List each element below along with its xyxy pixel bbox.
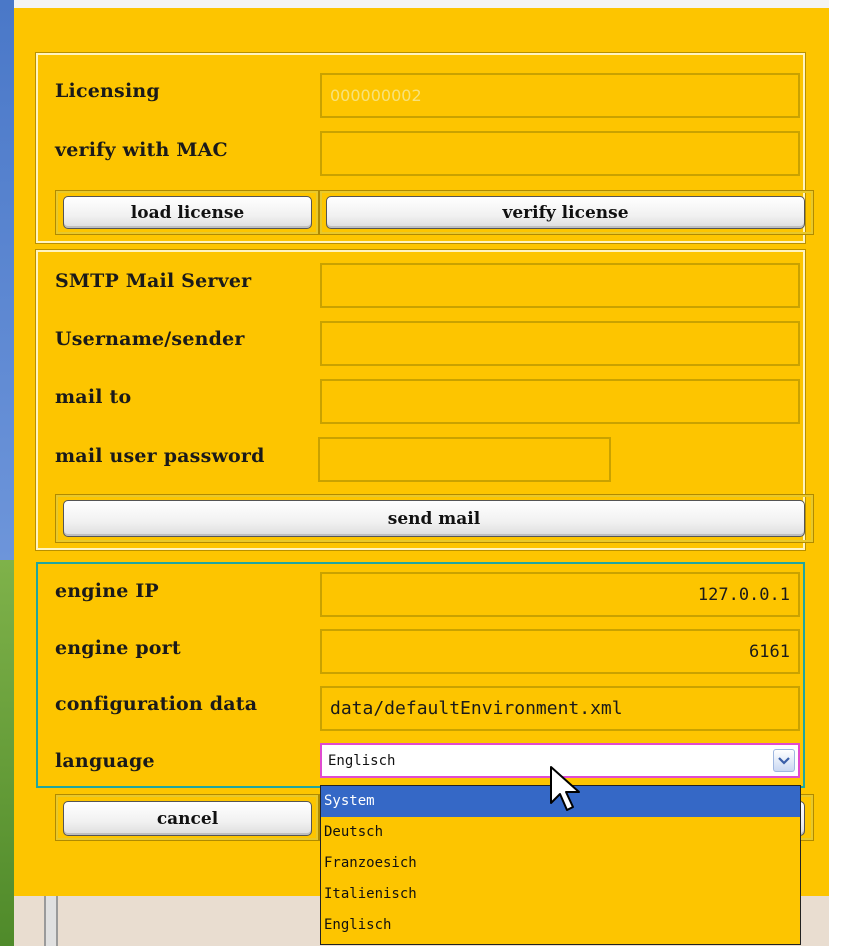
verify-mac-label: verify with MAC: [55, 139, 228, 161]
language-label: language: [55, 750, 155, 772]
username-label: Username/sender: [55, 328, 245, 350]
cancel-button[interactable]: cancel: [63, 801, 312, 836]
smtp-field[interactable]: [320, 263, 800, 308]
mouse-pointer-icon: [549, 765, 583, 815]
desktop-background: [0, 0, 14, 560]
engine-ip-field[interactable]: 127.0.0.1: [320, 572, 800, 617]
language-option-franzoesich[interactable]: Franzoesich: [321, 848, 800, 879]
chevron-down-icon[interactable]: [773, 749, 795, 772]
send-mail-button[interactable]: send mail: [63, 500, 805, 537]
window-top-strip: [14, 0, 829, 8]
engine-port-label: engine port: [55, 637, 181, 659]
desktop-background-lower: [0, 560, 14, 946]
language-option-deutsch[interactable]: Deutsch: [321, 817, 800, 848]
engine-ip-label: engine IP: [55, 580, 159, 602]
engine-port-field[interactable]: 6161: [320, 629, 800, 674]
username-field[interactable]: [320, 321, 800, 366]
config-data-field[interactable]: data/defaultEnvironment.xml: [320, 686, 800, 731]
window-right-strip: [829, 0, 843, 946]
licensing-field[interactable]: 000000002: [320, 73, 800, 118]
password-field[interactable]: [318, 437, 611, 482]
licensing-label: Licensing: [55, 80, 160, 102]
load-license-button[interactable]: load license: [63, 196, 312, 229]
verify-mac-field[interactable]: [320, 131, 800, 176]
language-option-italienisch[interactable]: Italienisch: [321, 879, 800, 910]
mail-to-field[interactable]: [320, 379, 800, 424]
password-label: mail user password: [55, 445, 265, 467]
language-option-englisch[interactable]: Englisch: [321, 910, 800, 941]
language-selected-value: Englisch: [328, 752, 396, 769]
verify-license-button[interactable]: verify license: [326, 196, 805, 229]
mail-to-label: mail to: [55, 386, 132, 408]
config-data-label: configuration data: [55, 693, 258, 715]
smtp-label: SMTP Mail Server: [55, 270, 252, 292]
background-window-frame: [44, 896, 58, 946]
